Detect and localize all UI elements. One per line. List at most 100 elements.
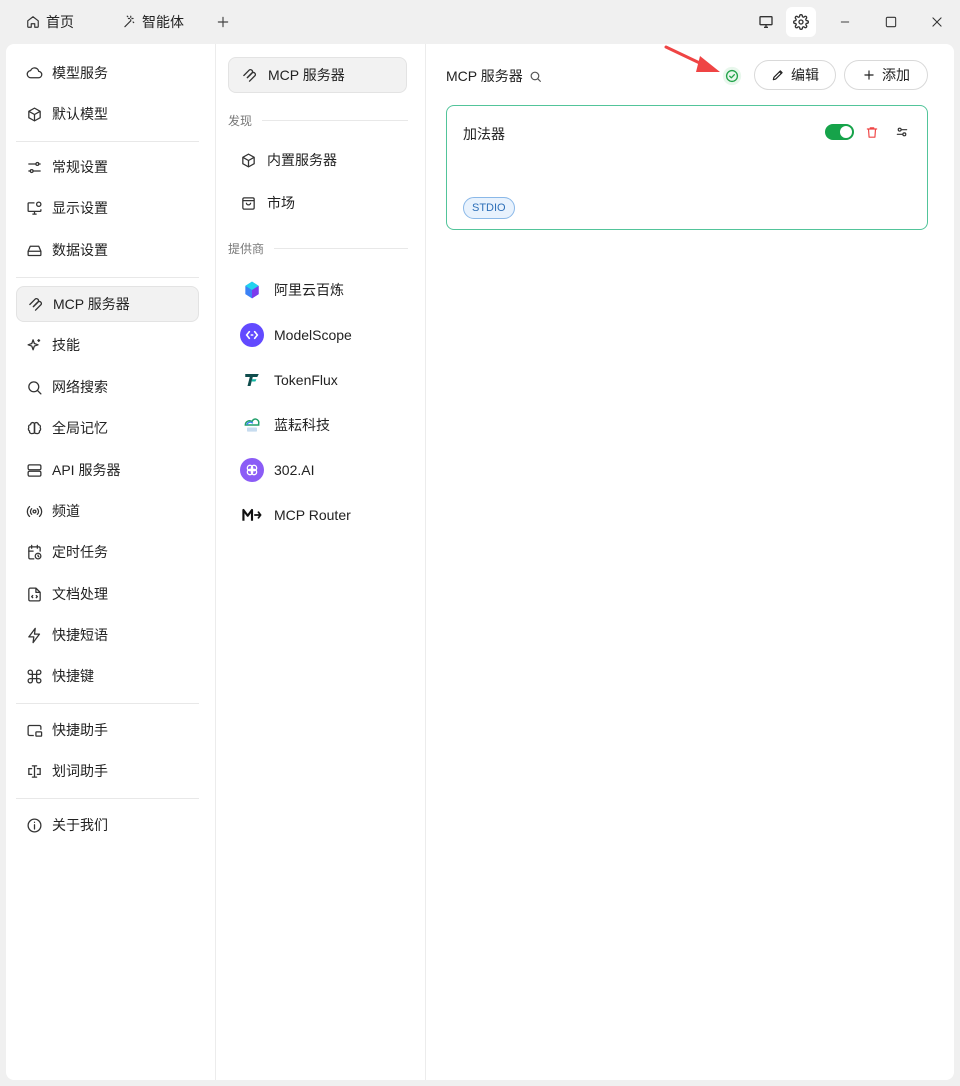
sidebar-item-api-server[interactable]: API 服务器 [16,452,199,488]
page-title-label: MCP 服务器 [446,68,523,84]
check-circle-icon [722,66,742,86]
sidebar-item-document-processing[interactable]: 文档处理 [16,576,199,612]
close-icon [930,15,944,29]
provider-label: TokenFlux [274,372,338,388]
picture-in-picture-icon [25,721,43,739]
server-type-badge: STDIO [463,197,515,219]
cloud-icon [25,64,43,82]
search-icon[interactable] [529,70,542,83]
settings-button[interactable] [786,7,816,37]
text-cursor-icon [25,762,43,780]
market-label: 市场 [267,195,295,211]
sidebar-item-label: 频道 [52,503,80,519]
sidebar-item-label: 划词助手 [52,763,108,779]
mcp-icon [241,67,258,84]
sidebar-item-general[interactable]: 常规设置 [16,149,199,185]
sidebar-item-scheduled-tasks[interactable]: 定时任务 [16,534,199,570]
server-card[interactable]: 加法器 STDIO [446,105,928,230]
sidebar-item-label: 快捷键 [52,668,94,684]
sidebar-item-label: 模型服务 [52,65,108,81]
mcp-router-logo-icon [240,503,264,527]
provider-label: 阿里云百炼 [274,282,344,298]
edit-button[interactable]: 编辑 [754,60,836,90]
market-nav[interactable]: 市场 [228,185,407,221]
sidebar-item-mcp-servers[interactable]: MCP 服务器 [16,286,199,322]
monitor-settings-icon [25,199,43,217]
section-divider [274,248,408,249]
maximize-button[interactable] [876,7,906,37]
sidebar-item-default-model[interactable]: 默认模型 [16,96,199,132]
mcp-subnav: MCP 服务器 发现 内置服务器 市场 提供商 阿里云百炼 ModelScope… [216,44,426,1080]
builtin-servers-label: 内置服务器 [267,152,337,168]
sidebar-item-label: 文档处理 [52,586,108,602]
sidebar-item-label: MCP 服务器 [53,296,130,312]
provider-label: 蓝耘科技 [274,417,330,433]
gear-icon [793,14,809,30]
mcp-servers-nav[interactable]: MCP 服务器 [228,57,407,93]
provider-302ai[interactable]: 302.AI [228,452,407,488]
server-icon [25,461,43,479]
sidebar-item-global-memory[interactable]: 全局记忆 [16,410,199,446]
sidebar-item-label: 定时任务 [52,544,108,560]
plus-icon [862,68,876,82]
providers-section-label: 提供商 [228,240,408,257]
sidebar-item-web-search[interactable]: 网络搜索 [16,369,199,405]
shopping-bag-icon [240,195,257,212]
minimize-button[interactable] [830,7,860,37]
provider-label: 302.AI [274,462,315,478]
sidebar-item-channels[interactable]: 频道 [16,493,199,529]
sidebar-item-skills[interactable]: 技能 [16,327,199,363]
add-button[interactable]: 添加 [844,60,928,90]
sidebar-item-selection-assistant[interactable]: 划词助手 [16,753,199,789]
server-name: 加法器 [463,126,505,142]
sidebar-item-quick-phrases[interactable]: 快捷短语 [16,617,199,653]
provider-modelscope[interactable]: ModelScope [228,317,407,353]
provider-tokenflux[interactable]: TokenFlux [228,362,407,398]
title-bar: 首页 智能体 [0,0,960,44]
sidebar-item-shortcuts[interactable]: 快捷键 [16,658,199,694]
provider-lanyun[interactable]: 蓝耘科技 [228,407,407,443]
providers-label: 提供商 [228,242,265,256]
plus-icon [216,15,230,29]
info-icon [25,816,43,834]
command-icon [25,667,43,685]
sidebar-item-label: 关于我们 [52,817,108,833]
new-tab-button[interactable] [208,7,238,37]
close-window-button[interactable] [922,7,952,37]
sidebar-item-display[interactable]: 显示设置 [16,190,199,226]
sidebar-item-label: 常规设置 [52,159,108,175]
sidebar-item-quick-assistant[interactable]: 快捷助手 [16,712,199,748]
sidebar-divider [16,798,199,799]
hard-drive-icon [25,241,43,259]
provider-bailian[interactable]: 阿里云百炼 [228,272,407,308]
provider-mcp-router[interactable]: MCP Router [228,497,407,533]
delete-server-button[interactable] [863,122,881,142]
sidebar-item-model-service[interactable]: 模型服务 [16,55,199,91]
provider-label: ModelScope [274,327,352,343]
toggle-knob [840,126,852,138]
sidebar-item-label: API 服务器 [52,462,121,478]
maximize-icon [884,15,898,29]
section-divider [262,120,408,121]
brain-icon [25,419,43,437]
tab-home[interactable]: 首页 [16,7,84,37]
sidebar-divider [16,703,199,704]
sidebar-item-data[interactable]: 数据设置 [16,232,199,268]
annotation-arrow-icon [664,45,720,72]
builtin-servers-nav[interactable]: 内置服务器 [228,142,407,178]
zap-icon [25,626,43,644]
sidebar-item-label: 技能 [52,337,80,353]
server-settings-button[interactable] [893,122,911,142]
sidebar-item-label: 显示设置 [52,200,108,216]
sidebar-item-label: 快捷短语 [52,627,108,643]
tokenflux-logo-icon [240,368,264,392]
tab-agent[interactable]: 智能体 [112,7,194,37]
monitor-icon [758,14,774,30]
add-button-label: 添加 [882,67,910,83]
sidebar-item-label: 默认模型 [52,106,108,122]
sidebar-item-about[interactable]: 关于我们 [16,807,199,843]
page-title: MCP 服务器 [446,66,542,86]
monitor-button[interactable] [751,7,781,37]
calendar-clock-icon [25,543,43,561]
server-enabled-toggle[interactable] [825,124,854,140]
